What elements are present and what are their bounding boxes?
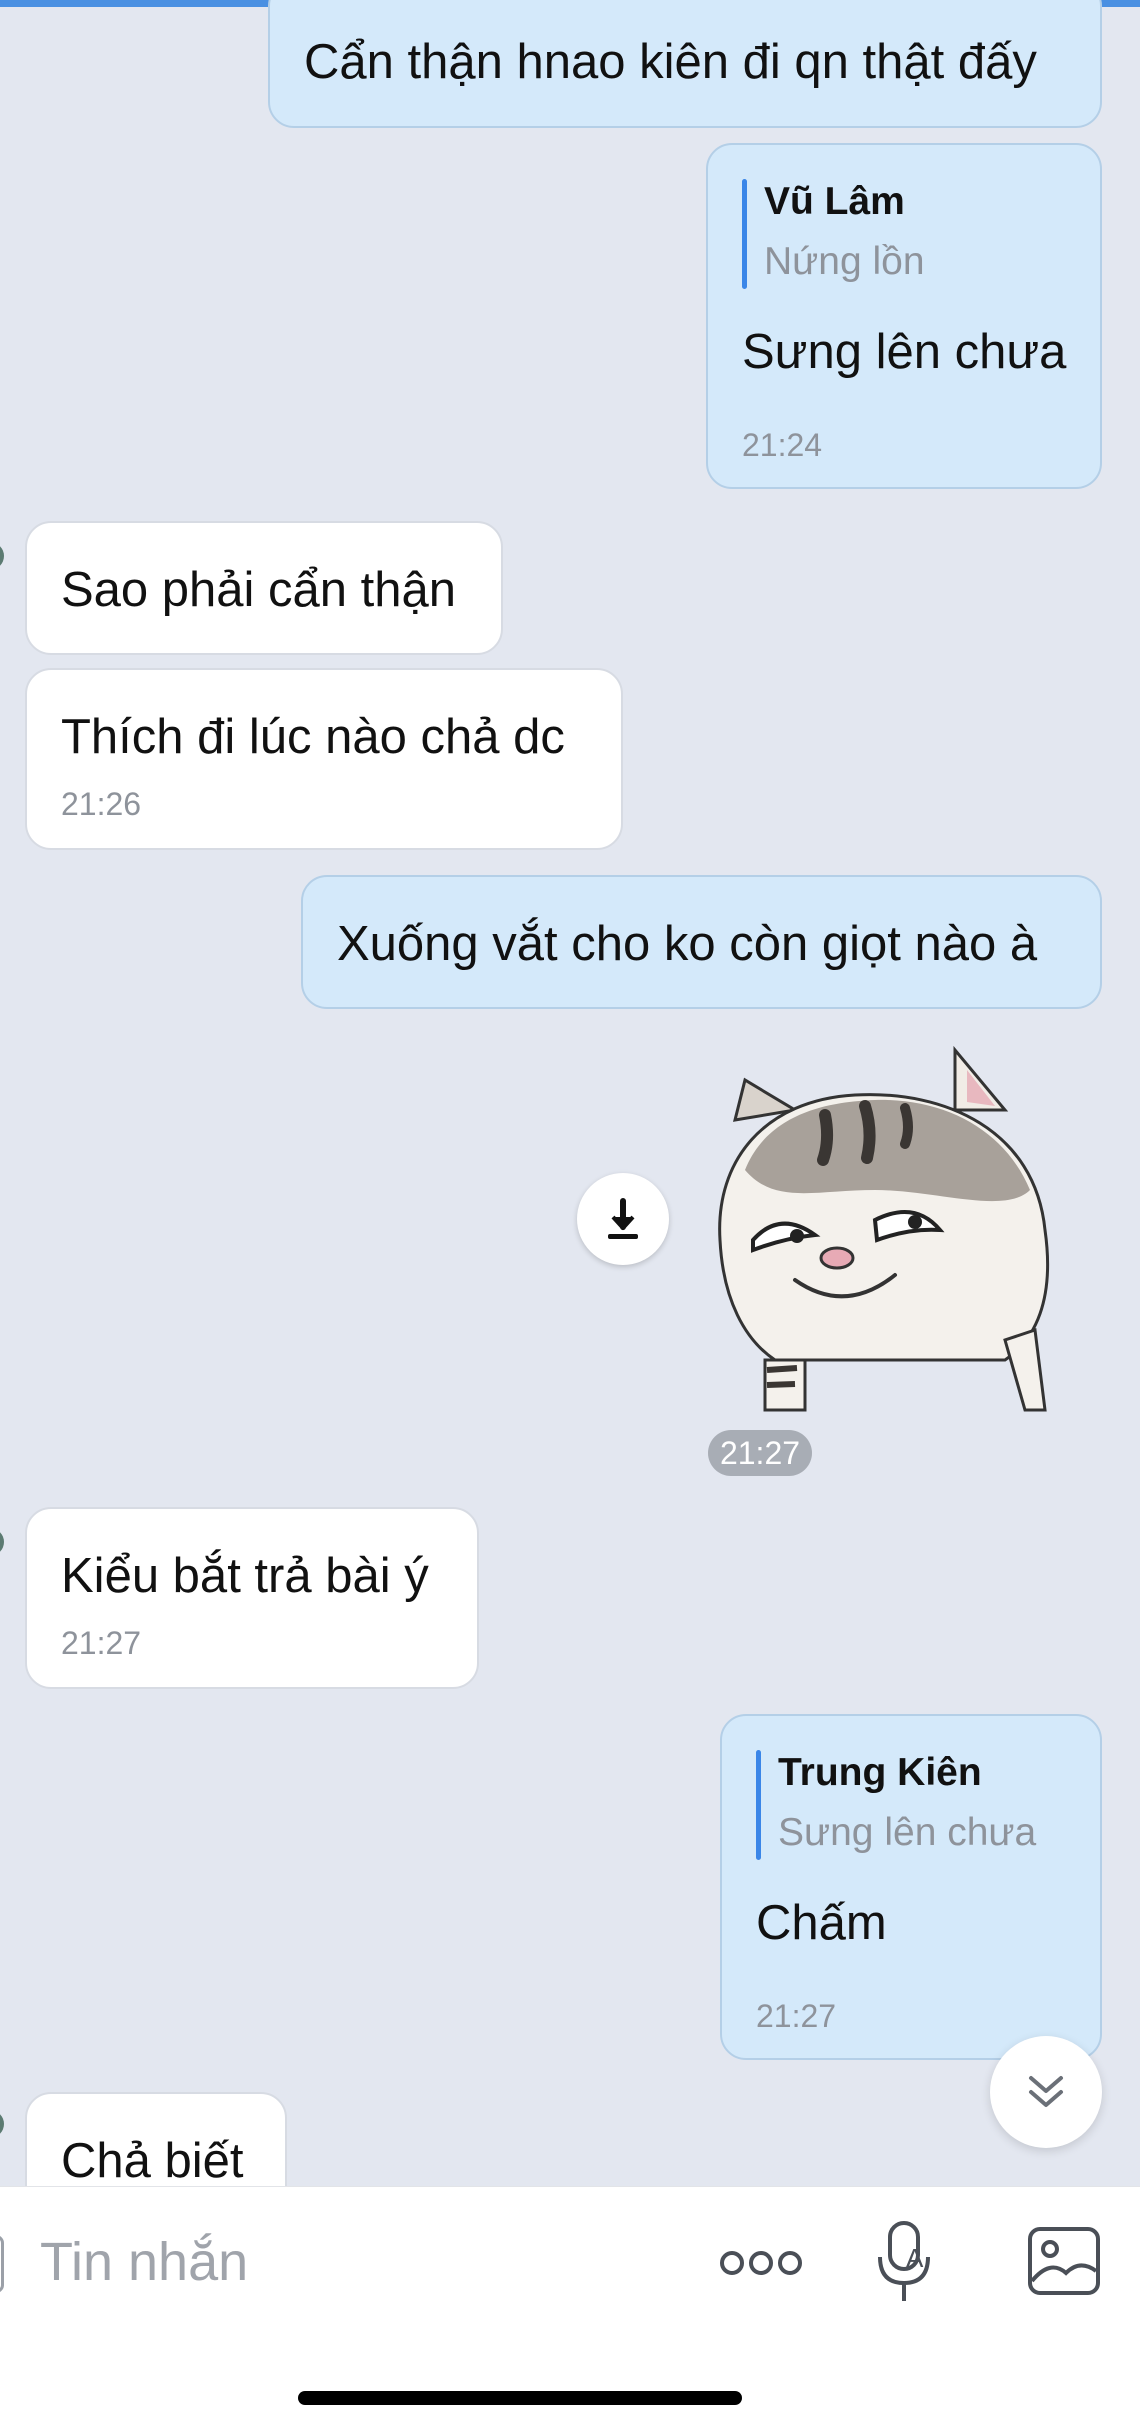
reply-quote-bar (742, 179, 747, 289)
voice-to-text-button[interactable]: A (876, 2217, 936, 2309)
message-text: Xuống vắt cho ko còn giọt nào à (337, 917, 1038, 971)
avatar[interactable] (0, 2110, 4, 2138)
more-button[interactable] (718, 2233, 804, 2293)
message-timestamp: 21:27 (61, 1625, 142, 1661)
reply-quoted-text: Sưng lên chưa (778, 1811, 1037, 1854)
reply-sender-name: Vũ Lâm (764, 180, 905, 223)
message-bubble-incoming[interactable]: Sao phải cẩn thận (25, 521, 503, 655)
message-text: Cẩn thận hnao kiên đi qn thật đấy (304, 35, 1037, 89)
avatar[interactable] (0, 1528, 4, 1556)
chevrons-down-icon (1029, 2076, 1063, 2107)
message-bubble-outgoing[interactable]: Xuống vắt cho ko còn giọt nào à (301, 875, 1102, 1009)
download-icon (608, 1198, 638, 1239)
svg-text:A: A (906, 2243, 924, 2273)
reply-quote-bar (756, 1750, 761, 1860)
message-bubble-incoming[interactable]: Kiểu bắt trả bài ý 21:27 (25, 1507, 479, 1689)
reply-sender-name: Trung Kiên (778, 1751, 982, 1794)
message-text: Sao phải cẩn thận (61, 563, 457, 617)
home-indicator (298, 2391, 742, 2405)
message-input[interactable]: Tin nhắn (40, 2227, 248, 2297)
message-bubble-incoming[interactable]: Thích đi lúc nào chả dc 21:26 (25, 668, 623, 850)
sticker-image[interactable] (705, 1040, 1075, 1420)
message-list[interactable]: Cẩn thận hnao kiên đi qn thật đấy Vũ Lâm… (0, 0, 1140, 2186)
message-text: Chấm (756, 1896, 887, 1950)
message-text: Sưng lên chưa (742, 325, 1067, 379)
message-composer: Tin nhắn A (0, 2186, 1140, 2433)
message-bubble-outgoing[interactable]: Trung Kiên Sưng lên chưa Chấm 21:27 (720, 1714, 1102, 2060)
message-bubble-outgoing[interactable]: Vũ Lâm Nứng lồn Sưng lên chưa 21:24 (706, 143, 1102, 489)
message-text: Chả biết (61, 2134, 244, 2186)
message-text: Kiểu bắt trả bài ý (61, 1549, 429, 1603)
reply-quoted-text: Nứng lồn (764, 240, 925, 283)
image-icon (1028, 2227, 1100, 2295)
voice-to-text-icon: A (878, 2221, 930, 2301)
image-button[interactable] (1026, 2225, 1102, 2297)
avatar[interactable] (0, 542, 4, 570)
download-button[interactable] (577, 1173, 669, 1265)
message-bubble-incoming[interactable]: Chả biết (25, 2092, 287, 2186)
sticker-timestamp: 21:27 (708, 1430, 812, 1476)
message-timestamp: 21:26 (61, 786, 142, 822)
scroll-to-bottom-button[interactable] (990, 2036, 1102, 2148)
message-timestamp: 21:27 (756, 1998, 837, 2034)
message-bubble-outgoing[interactable]: Cẩn thận hnao kiên đi qn thật đấy (268, 0, 1102, 128)
emoji-button-edge[interactable] (0, 2235, 4, 2293)
message-timestamp: 21:24 (742, 427, 823, 463)
message-text: Thích đi lúc nào chả dc (61, 710, 565, 764)
more-icon (720, 2251, 802, 2275)
smirking-cat-icon (718, 1045, 1050, 1412)
